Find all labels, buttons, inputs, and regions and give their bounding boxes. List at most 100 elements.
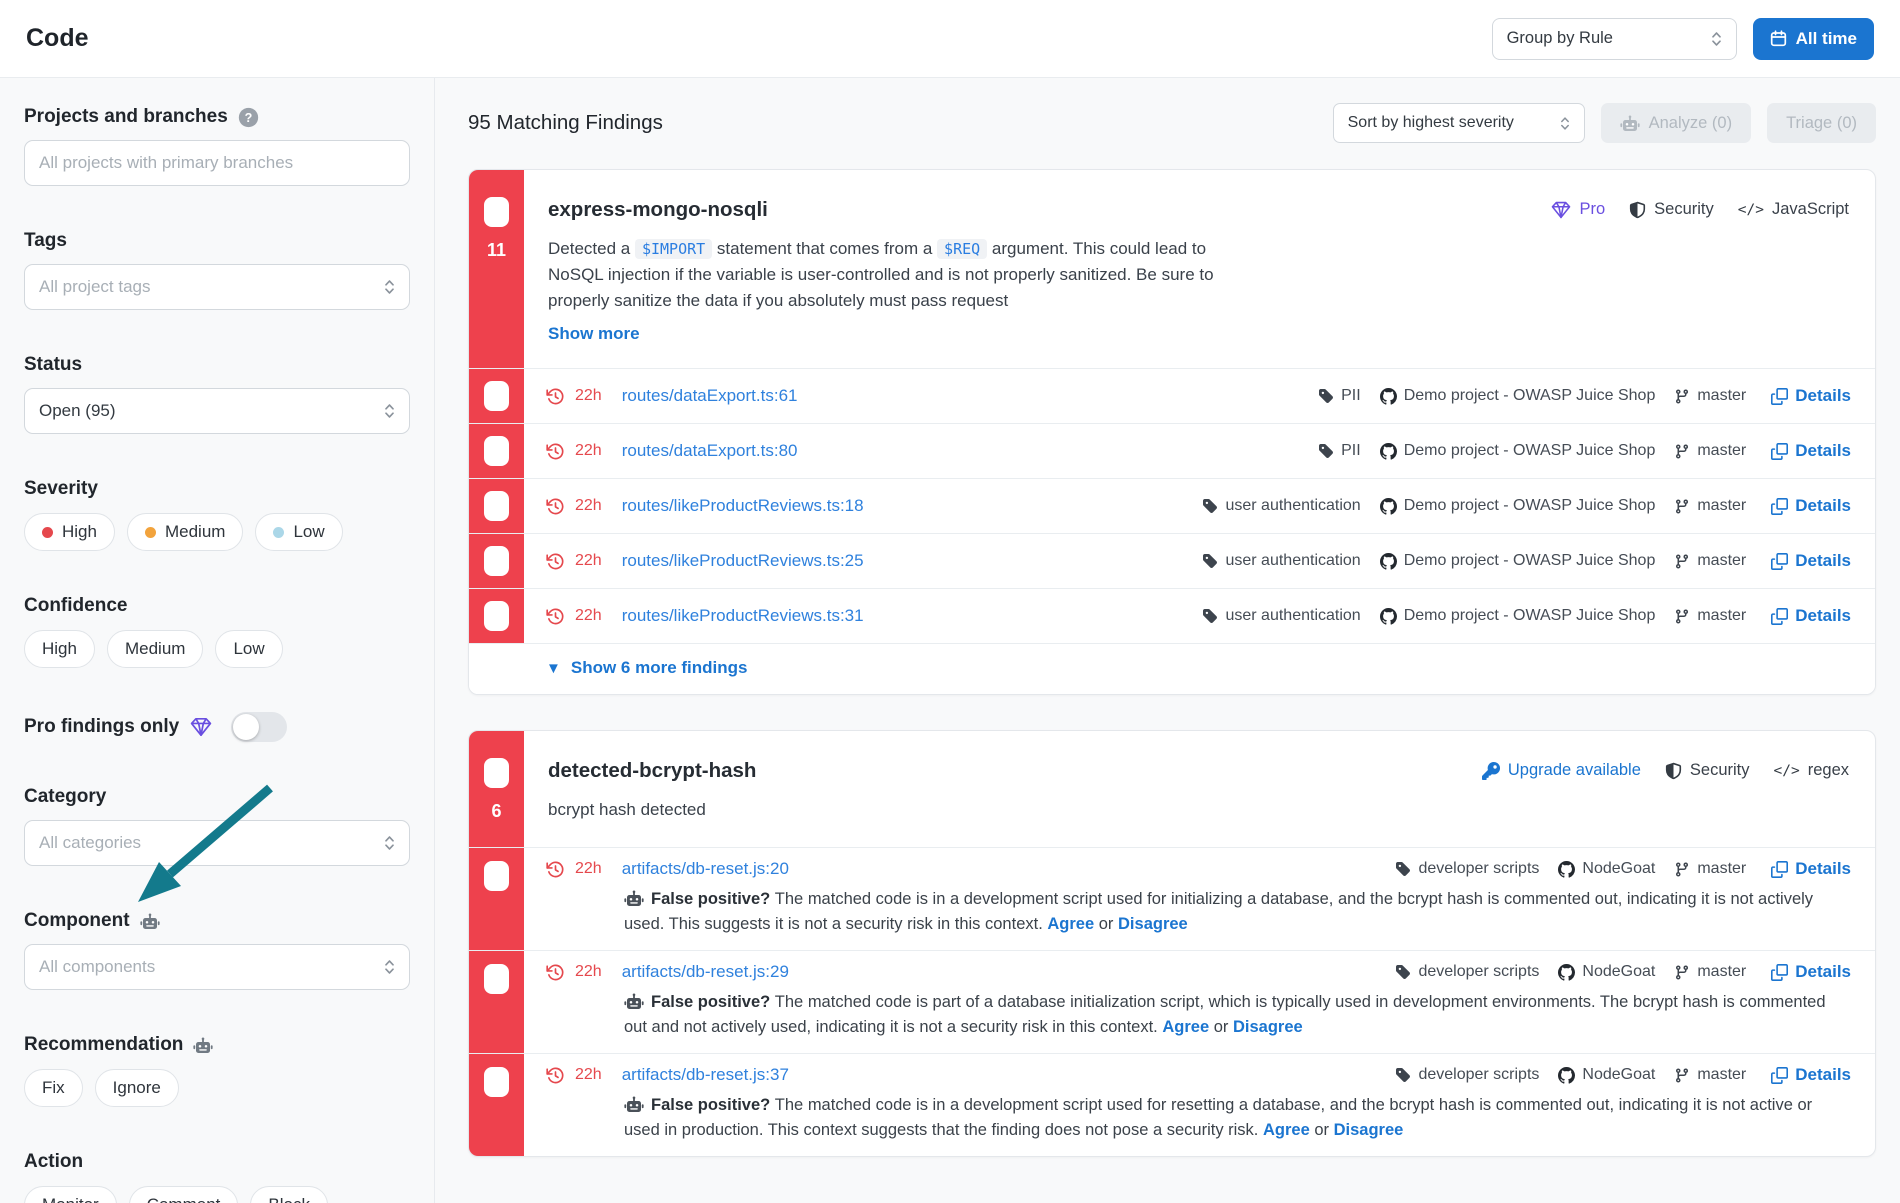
finding-age: 22h [575, 442, 602, 460]
finding-row: 22hroutes/likeProductReviews.ts:25user a… [469, 533, 1875, 588]
finding-file-link[interactable]: routes/dataExport.ts:61 [622, 386, 798, 406]
triage-button[interactable]: Triage (0) [1767, 103, 1876, 143]
category-select-placeholder: All categories [39, 833, 374, 853]
finding-file-link[interactable]: routes/likeProductReviews.ts:18 [622, 496, 864, 516]
show-more-link[interactable]: Show more [548, 324, 640, 344]
finding-row: 22hartifacts/db-reset.js:37developer scr… [469, 1053, 1875, 1156]
severity-filter-section: Severity High Medium Low [24, 478, 410, 551]
severity-pill-low[interactable]: Low [255, 513, 342, 551]
finding-row: 22hartifacts/db-reset.js:29developer scr… [469, 950, 1875, 1053]
agree-link[interactable]: Agree [1263, 1121, 1310, 1139]
triangle-down-icon: ▼ [546, 661, 561, 676]
finding-card: 11express-mongo-nosqliProSecurity</>Java… [468, 169, 1876, 695]
details-link[interactable]: Details [1771, 386, 1851, 406]
agree-link[interactable]: Agree [1162, 1018, 1209, 1036]
finding-file-link[interactable]: routes/dataExport.ts:80 [622, 441, 798, 461]
confidence-filter-label: Confidence [24, 595, 410, 617]
details-link[interactable]: Details [1771, 496, 1851, 516]
finding-meta: developer scriptsNodeGoatmasterDetails [1395, 962, 1851, 982]
pro-findings-toggle[interactable] [231, 712, 287, 742]
finding-meta: PIIDemo project - OWASP Juice Shopmaster… [1318, 386, 1851, 406]
project-label: Demo project - OWASP Juice Shop [1404, 497, 1656, 515]
select-finding-checkbox[interactable] [484, 546, 509, 576]
finding-age: 22h [575, 963, 602, 981]
confidence-pill-high[interactable]: High [24, 630, 95, 668]
disagree-link[interactable]: Disagree [1118, 915, 1188, 933]
analyze-button[interactable]: Analyze (0) [1601, 103, 1751, 143]
finding-file-link[interactable]: routes/likeProductReviews.ts:25 [622, 551, 864, 571]
branch-icon [1674, 443, 1690, 460]
robot-icon [140, 913, 160, 930]
finding-file-link[interactable]: artifacts/db-reset.js:20 [622, 859, 789, 879]
branch-icon [1674, 861, 1690, 878]
details-link[interactable]: Details [1771, 1065, 1851, 1085]
severity-pill-high[interactable]: High [24, 513, 115, 551]
select-finding-checkbox[interactable] [484, 964, 509, 994]
action-pill-label: Comment [147, 1195, 221, 1203]
action-pill-block[interactable]: Block [250, 1186, 328, 1203]
status-filter-section: Status Open (95) [24, 354, 410, 434]
tag-icon [1395, 1067, 1411, 1083]
analysis-text: The matched code is in a development scr… [624, 1096, 1812, 1139]
all-time-button[interactable]: All time [1753, 18, 1874, 60]
branch-icon [1674, 1067, 1690, 1084]
status-select[interactable]: Open (95) [24, 388, 410, 434]
project-label: Demo project - OWASP Juice Shop [1404, 552, 1656, 570]
history-icon [546, 860, 565, 879]
severity-pill-medium[interactable]: Medium [127, 513, 243, 551]
select-finding-checkbox[interactable] [484, 601, 509, 631]
project-meta: Demo project - OWASP Juice Shop [1380, 442, 1656, 460]
badge-upgrade-available[interactable]: Upgrade available [1482, 761, 1641, 780]
finding-row-metaline: 22hartifacts/db-reset.js:37developer scr… [546, 1065, 1851, 1085]
select-finding-checkbox[interactable] [484, 381, 509, 411]
category-filter-section: Category All categories [24, 786, 410, 866]
confidence-pill-medium[interactable]: Medium [107, 630, 203, 668]
action-pill-monitor[interactable]: Monitor [24, 1186, 117, 1203]
sort-select[interactable]: Sort by highest severity [1333, 103, 1585, 143]
finding-file-link[interactable]: routes/likeProductReviews.ts:31 [622, 606, 864, 626]
rule-badges: ProSecurity</>JavaScript [1551, 198, 1849, 219]
tags-select[interactable]: All project tags [24, 264, 410, 310]
finding-file-link[interactable]: artifacts/db-reset.js:37 [622, 1065, 789, 1085]
component-select[interactable]: All components [24, 944, 410, 990]
select-finding-checkbox[interactable] [484, 491, 509, 521]
details-label: Details [1795, 496, 1851, 516]
false-positive-label: False positive? [651, 1096, 775, 1114]
chevron-updown-icon [384, 958, 395, 976]
details-link[interactable]: Details [1771, 962, 1851, 982]
agree-link[interactable]: Agree [1047, 915, 1094, 933]
select-finding-checkbox[interactable] [484, 861, 509, 891]
select-finding-checkbox[interactable] [484, 1067, 509, 1097]
branch-label: master [1697, 1066, 1746, 1084]
branch-label: master [1697, 963, 1746, 981]
show-more-findings[interactable]: ▼ Show 6 more findings [469, 643, 1875, 694]
disagree-link[interactable]: Disagree [1334, 1121, 1404, 1139]
select-finding-checkbox[interactable] [484, 436, 509, 466]
details-link[interactable]: Details [1771, 859, 1851, 879]
project-label: NodeGoat [1582, 860, 1655, 878]
group-by-value: Group by Rule [1507, 29, 1701, 48]
history-icon [546, 1066, 565, 1085]
projects-input[interactable] [24, 140, 410, 186]
confidence-pill-low[interactable]: Low [215, 630, 282, 668]
confidence-pill-label: Medium [125, 639, 185, 659]
disagree-link[interactable]: Disagree [1233, 1018, 1303, 1036]
group-by-select[interactable]: Group by Rule [1492, 18, 1737, 60]
recommendation-pill-ignore[interactable]: Ignore [95, 1069, 179, 1107]
tag-label: developer scripts [1418, 1066, 1539, 1084]
branch-meta: master [1674, 552, 1746, 570]
category-select[interactable]: All categories [24, 820, 410, 866]
select-rule-checkbox[interactable] [484, 758, 509, 788]
show-more-findings-link[interactable]: Show 6 more findings [571, 658, 748, 678]
category-filter-label: Category [24, 786, 410, 808]
finding-file-link[interactable]: artifacts/db-reset.js:29 [622, 962, 789, 982]
details-link[interactable]: Details [1771, 551, 1851, 571]
details-link[interactable]: Details [1771, 606, 1851, 626]
finding-meta: developer scriptsNodeGoatmasterDetails [1395, 1065, 1851, 1085]
select-rule-checkbox[interactable] [484, 197, 509, 227]
action-pill-comment[interactable]: Comment [129, 1186, 239, 1203]
help-icon[interactable]: ? [238, 107, 259, 128]
details-link[interactable]: Details [1771, 441, 1851, 461]
finding-age: 22h [575, 860, 602, 878]
recommendation-pill-fix[interactable]: Fix [24, 1069, 83, 1107]
